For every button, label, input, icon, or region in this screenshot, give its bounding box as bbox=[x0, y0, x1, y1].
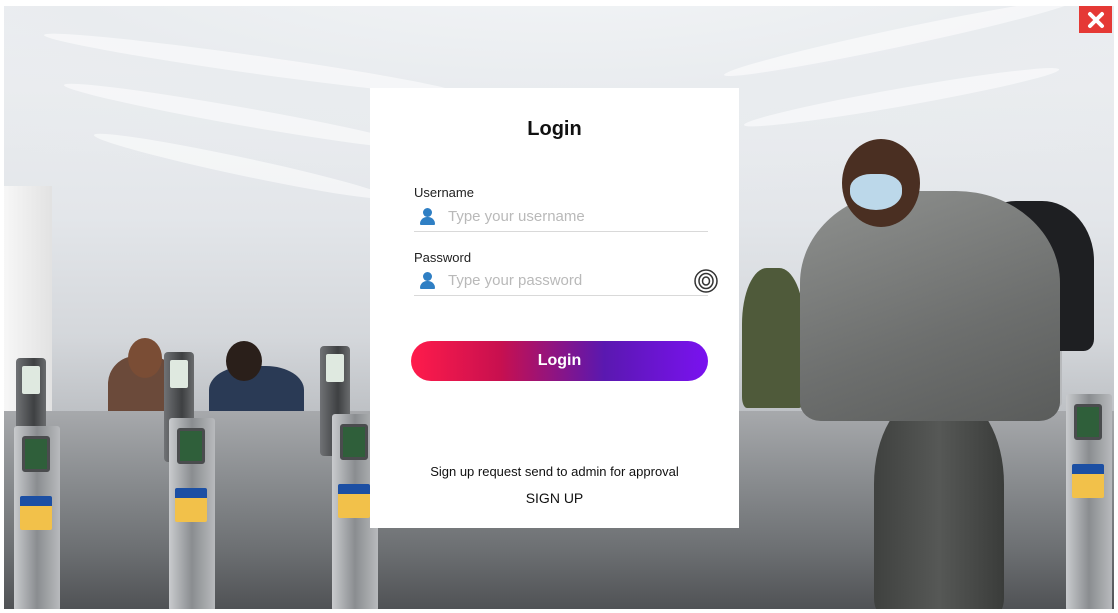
password-label: Password bbox=[414, 250, 472, 265]
login-button[interactable]: Login bbox=[411, 341, 708, 381]
close-button[interactable] bbox=[1079, 6, 1112, 33]
face-mask bbox=[850, 174, 902, 210]
signup-note: Sign up request send to admin for approv… bbox=[430, 464, 679, 479]
turnstile-gate bbox=[169, 418, 215, 609]
password-field-row bbox=[414, 266, 708, 296]
turnstile-gate bbox=[14, 426, 60, 609]
signup-link[interactable]: SIGN UP bbox=[370, 490, 739, 506]
user-icon bbox=[420, 271, 436, 290]
person-coat bbox=[800, 191, 1060, 421]
login-card: Login Username Password Login Sign up re… bbox=[370, 88, 739, 528]
password-input[interactable] bbox=[448, 272, 678, 289]
turnstile-gate bbox=[1066, 394, 1112, 609]
user-icon bbox=[420, 207, 436, 226]
background-person-head bbox=[128, 338, 162, 378]
username-label: Username bbox=[414, 185, 474, 200]
background-person-head bbox=[226, 341, 262, 381]
person-legs bbox=[874, 396, 1004, 609]
login-title: Login bbox=[527, 118, 582, 140]
close-icon bbox=[1087, 11, 1104, 28]
eye-icon[interactable] bbox=[693, 268, 719, 294]
username-field-row bbox=[414, 202, 708, 232]
background-person bbox=[742, 268, 804, 408]
ceiling-rib bbox=[742, 60, 1061, 134]
username-input[interactable] bbox=[448, 208, 678, 225]
